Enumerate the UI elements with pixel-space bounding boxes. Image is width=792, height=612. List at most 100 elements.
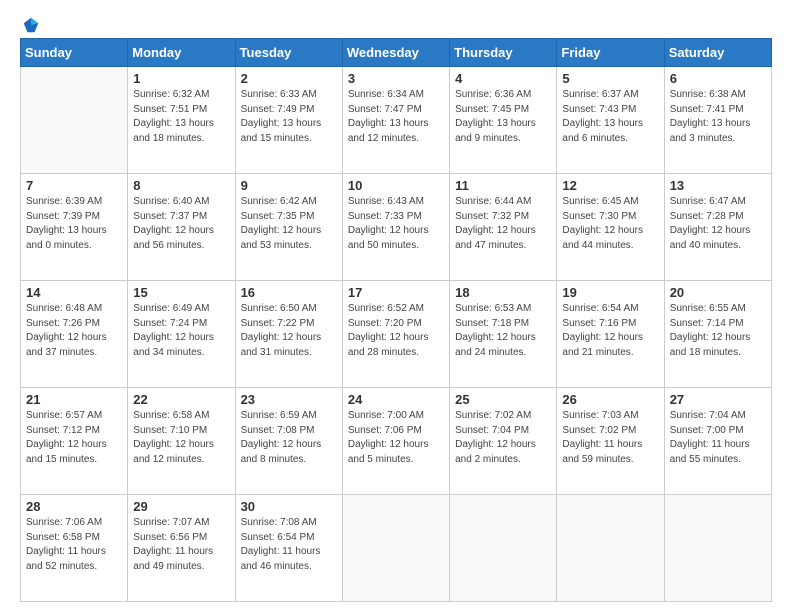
day-info: Sunrise: 7:04 AM Sunset: 7:00 PM Dayligh…	[670, 409, 766, 467]
calendar-day-header: Friday	[557, 39, 664, 67]
day-info: Sunrise: 6:34 AM Sunset: 7:47 PM Dayligh…	[348, 88, 444, 146]
day-info: Sunrise: 6:59 AM Sunset: 7:08 PM Dayligh…	[241, 409, 337, 467]
day-info: Sunrise: 6:39 AM Sunset: 7:39 PM Dayligh…	[26, 195, 122, 253]
calendar-cell: 8 Sunrise: 6:40 AM Sunset: 7:37 PM Daylig…	[128, 174, 235, 281]
day-info: Sunrise: 6:55 AM Sunset: 7:14 PM Dayligh…	[670, 302, 766, 360]
calendar-cell: 18 Sunrise: 6:53 AM Sunset: 7:18 PM Dayli…	[450, 281, 557, 388]
calendar-cell: 10 Sunrise: 6:43 AM Sunset: 7:33 PM Dayli…	[342, 174, 449, 281]
day-info: Sunrise: 7:02 AM Sunset: 7:04 PM Dayligh…	[455, 409, 551, 467]
calendar-cell: 19 Sunrise: 6:54 AM Sunset: 7:16 PM Dayli…	[557, 281, 664, 388]
day-number: 10	[348, 178, 444, 193]
day-number: 26	[562, 392, 658, 407]
day-number: 18	[455, 285, 551, 300]
day-info: Sunrise: 6:52 AM Sunset: 7:20 PM Dayligh…	[348, 302, 444, 360]
day-number: 8	[133, 178, 229, 193]
day-number: 3	[348, 71, 444, 86]
day-number: 14	[26, 285, 122, 300]
calendar-cell: 3 Sunrise: 6:34 AM Sunset: 7:47 PM Daylig…	[342, 67, 449, 174]
calendar-cell	[557, 495, 664, 602]
day-info: Sunrise: 7:06 AM Sunset: 6:58 PM Dayligh…	[26, 516, 122, 574]
day-info: Sunrise: 6:54 AM Sunset: 7:16 PM Dayligh…	[562, 302, 658, 360]
calendar-cell: 17Sunrise: 6:52 AM Sunset: 7:20 PM Dayli…	[342, 281, 449, 388]
calendar-cell: 30Sunrise: 7:08 AM Sunset: 6:54 PM Dayli…	[235, 495, 342, 602]
day-info: Sunrise: 6:40 AM Sunset: 7:37 PM Dayligh…	[133, 195, 229, 253]
day-info: Sunrise: 6:50 AM Sunset: 7:22 PM Dayligh…	[241, 302, 337, 360]
day-number: 25	[455, 392, 551, 407]
calendar-cell: 4 Sunrise: 6:36 AM Sunset: 7:45 PM Daylig…	[450, 67, 557, 174]
day-info: Sunrise: 6:57 AM Sunset: 7:12 PM Dayligh…	[26, 409, 122, 467]
day-number: 4	[455, 71, 551, 86]
day-number: 28	[26, 499, 122, 514]
calendar-week-row: 21Sunrise: 6:57 AM Sunset: 7:12 PM Dayli…	[21, 388, 772, 495]
day-info: Sunrise: 6:42 AM Sunset: 7:35 PM Dayligh…	[241, 195, 337, 253]
day-number: 9	[241, 178, 337, 193]
day-info: Sunrise: 6:38 AM Sunset: 7:41 PM Dayligh…	[670, 88, 766, 146]
day-number: 24	[348, 392, 444, 407]
day-number: 19	[562, 285, 658, 300]
day-number: 12	[562, 178, 658, 193]
day-number: 23	[241, 392, 337, 407]
calendar-cell: 14 Sunrise: 6:48 AM Sunset: 7:26 PM Dayli…	[21, 281, 128, 388]
day-number: 20	[670, 285, 766, 300]
calendar-day-header: Tuesday	[235, 39, 342, 67]
calendar-cell: 5 Sunrise: 6:37 AM Sunset: 7:43 PM Daylig…	[557, 67, 664, 174]
calendar-cell: 13 Sunrise: 6:47 AM Sunset: 7:28 PM Dayli…	[664, 174, 771, 281]
day-info: Sunrise: 7:08 AM Sunset: 6:54 PM Dayligh…	[241, 516, 337, 574]
calendar-cell	[450, 495, 557, 602]
day-info: Sunrise: 6:53 AM Sunset: 7:18 PM Dayligh…	[455, 302, 551, 360]
calendar-cell: 28 Sunrise: 7:06 AM Sunset: 6:58 PM Dayli…	[21, 495, 128, 602]
calendar-week-row: 7 Sunrise: 6:39 AM Sunset: 7:39 PM Daylig…	[21, 174, 772, 281]
calendar-cell: 29 Sunrise: 7:07 AM Sunset: 6:56 PM Dayli…	[128, 495, 235, 602]
logo-flag-icon	[22, 16, 40, 34]
calendar-cell: 25 Sunrise: 7:02 AM Sunset: 7:04 PM Dayli…	[450, 388, 557, 495]
calendar-day-header: Wednesday	[342, 39, 449, 67]
day-info: Sunrise: 6:44 AM Sunset: 7:32 PM Dayligh…	[455, 195, 551, 253]
day-info: Sunrise: 7:00 AM Sunset: 7:06 PM Dayligh…	[348, 409, 444, 467]
calendar-day-header: Monday	[128, 39, 235, 67]
day-info: Sunrise: 6:43 AM Sunset: 7:33 PM Dayligh…	[348, 195, 444, 253]
day-info: Sunrise: 6:37 AM Sunset: 7:43 PM Dayligh…	[562, 88, 658, 146]
header	[20, 16, 772, 30]
calendar-week-row: 14 Sunrise: 6:48 AM Sunset: 7:26 PM Dayli…	[21, 281, 772, 388]
calendar-day-header: Sunday	[21, 39, 128, 67]
day-number: 1	[133, 71, 229, 86]
calendar-cell: 6 Sunrise: 6:38 AM Sunset: 7:41 PM Daylig…	[664, 67, 771, 174]
calendar-cell: 2 Sunrise: 6:33 AM Sunset: 7:49 PM Daylig…	[235, 67, 342, 174]
calendar-cell	[342, 495, 449, 602]
day-number: 15	[133, 285, 229, 300]
day-info: Sunrise: 6:36 AM Sunset: 7:45 PM Dayligh…	[455, 88, 551, 146]
calendar-cell: 27Sunrise: 7:04 AM Sunset: 7:00 PM Dayli…	[664, 388, 771, 495]
day-info: Sunrise: 6:58 AM Sunset: 7:10 PM Dayligh…	[133, 409, 229, 467]
day-info: Sunrise: 7:07 AM Sunset: 6:56 PM Dayligh…	[133, 516, 229, 574]
calendar-cell: 7 Sunrise: 6:39 AM Sunset: 7:39 PM Daylig…	[21, 174, 128, 281]
day-number: 5	[562, 71, 658, 86]
logo	[20, 16, 40, 30]
day-info: Sunrise: 6:49 AM Sunset: 7:24 PM Dayligh…	[133, 302, 229, 360]
day-number: 2	[241, 71, 337, 86]
calendar-week-row: 1Sunrise: 6:32 AM Sunset: 7:51 PM Daylig…	[21, 67, 772, 174]
day-number: 6	[670, 71, 766, 86]
day-number: 13	[670, 178, 766, 193]
day-number: 7	[26, 178, 122, 193]
calendar-day-header: Saturday	[664, 39, 771, 67]
page: SundayMondayTuesdayWednesdayThursdayFrid…	[0, 0, 792, 612]
calendar-cell	[21, 67, 128, 174]
day-number: 22	[133, 392, 229, 407]
day-info: Sunrise: 6:47 AM Sunset: 7:28 PM Dayligh…	[670, 195, 766, 253]
calendar-cell: 16Sunrise: 6:50 AM Sunset: 7:22 PM Dayli…	[235, 281, 342, 388]
calendar-cell	[664, 495, 771, 602]
calendar-table: SundayMondayTuesdayWednesdayThursdayFrid…	[20, 38, 772, 602]
day-number: 11	[455, 178, 551, 193]
calendar-header-row: SundayMondayTuesdayWednesdayThursdayFrid…	[21, 39, 772, 67]
calendar-cell: 1Sunrise: 6:32 AM Sunset: 7:51 PM Daylig…	[128, 67, 235, 174]
calendar-cell: 22 Sunrise: 6:58 AM Sunset: 7:10 PM Dayli…	[128, 388, 235, 495]
calendar-cell: 11 Sunrise: 6:44 AM Sunset: 7:32 PM Dayli…	[450, 174, 557, 281]
day-number: 29	[133, 499, 229, 514]
day-info: Sunrise: 7:03 AM Sunset: 7:02 PM Dayligh…	[562, 409, 658, 467]
day-info: Sunrise: 6:48 AM Sunset: 7:26 PM Dayligh…	[26, 302, 122, 360]
calendar-cell: 9 Sunrise: 6:42 AM Sunset: 7:35 PM Daylig…	[235, 174, 342, 281]
day-info: Sunrise: 6:33 AM Sunset: 7:49 PM Dayligh…	[241, 88, 337, 146]
calendar-cell: 23 Sunrise: 6:59 AM Sunset: 7:08 PM Dayli…	[235, 388, 342, 495]
calendar-cell: 15 Sunrise: 6:49 AM Sunset: 7:24 PM Dayli…	[128, 281, 235, 388]
calendar-week-row: 28 Sunrise: 7:06 AM Sunset: 6:58 PM Dayli…	[21, 495, 772, 602]
